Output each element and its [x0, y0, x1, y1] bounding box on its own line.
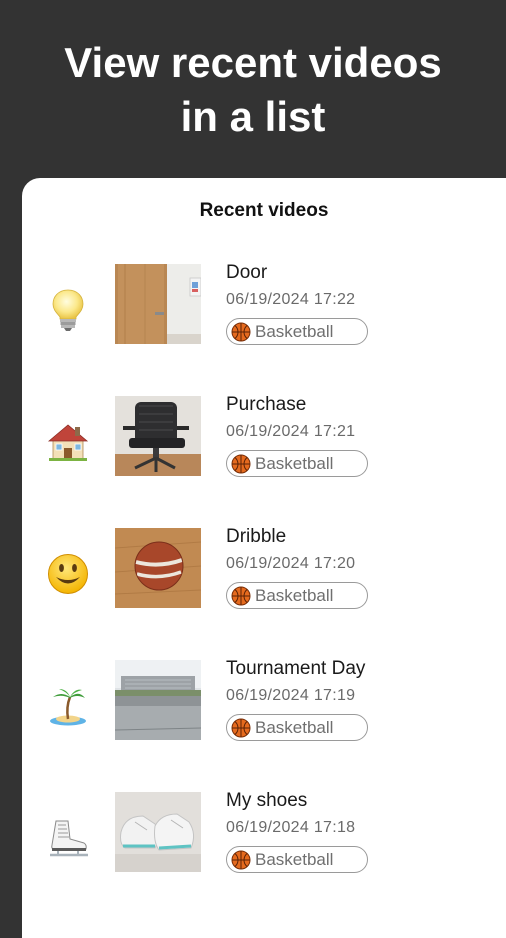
video-title: Dribble: [226, 526, 287, 547]
video-list: Door 06/19/2024 17:22 Basketball Purchas…: [22, 262, 506, 924]
tag-chip[interactable]: Basketball: [226, 582, 368, 609]
basketball-icon: [231, 322, 251, 341]
tag-label: Basketball: [255, 453, 334, 473]
video-thumbnail: [115, 660, 201, 740]
video-thumbnail: [115, 396, 201, 476]
promo-header: View recent videos in a list: [0, 0, 506, 180]
video-thumbnail: [115, 264, 201, 344]
video-date: 06/19/2024 17:21: [226, 423, 356, 440]
video-list-item[interactable]: Tournament Day 06/19/2024 17:19 Basketba…: [22, 658, 506, 792]
video-list-item[interactable]: Dribble 06/19/2024 17:20 Basketball: [22, 526, 506, 660]
tag-chip[interactable]: Basketball: [226, 318, 368, 345]
tag-label: Basketball: [255, 717, 334, 737]
video-date: 06/19/2024 17:19: [226, 687, 356, 704]
video-title: My shoes: [226, 790, 308, 811]
video-date: 06/19/2024 17:18: [226, 819, 356, 836]
tag-chip[interactable]: Basketball: [226, 450, 368, 477]
video-list-item[interactable]: Door 06/19/2024 17:22 Basketball: [22, 262, 506, 396]
tag-label: Basketball: [255, 321, 334, 341]
ice-skate-icon: [44, 814, 92, 862]
tag-chip[interactable]: Basketball: [226, 846, 368, 873]
smiley-face-icon: [44, 550, 92, 598]
tag-label: Basketball: [255, 849, 334, 869]
video-title: Tournament Day: [226, 658, 366, 679]
tag-label: Basketball: [255, 585, 334, 605]
screen-title: Recent videos: [199, 200, 329, 221]
recent-videos-screen: Recent videos Door 06/19/2024 17:22 Bask…: [22, 178, 506, 938]
video-list-item[interactable]: Purchase 06/19/2024 17:21 Basketball: [22, 394, 506, 528]
video-list-item[interactable]: My shoes 06/19/2024 17:18 Basketball: [22, 790, 506, 924]
video-thumbnail: [115, 792, 201, 872]
tag-chip[interactable]: Basketball: [226, 714, 368, 741]
video-date: 06/19/2024 17:20: [226, 555, 356, 572]
video-date: 06/19/2024 17:22: [226, 291, 356, 308]
basketball-icon: [231, 454, 251, 473]
basketball-icon: [231, 850, 251, 869]
basketball-icon: [231, 718, 251, 737]
basketball-icon: [231, 586, 251, 605]
palm-island-icon: [44, 682, 92, 730]
promo-headline: View recent videos in a list: [64, 39, 442, 140]
house-icon: [44, 418, 92, 466]
video-title: Door: [226, 262, 268, 283]
video-thumbnail: [115, 528, 201, 608]
video-title: Purchase: [226, 394, 307, 415]
light-bulb-icon: [44, 286, 92, 334]
